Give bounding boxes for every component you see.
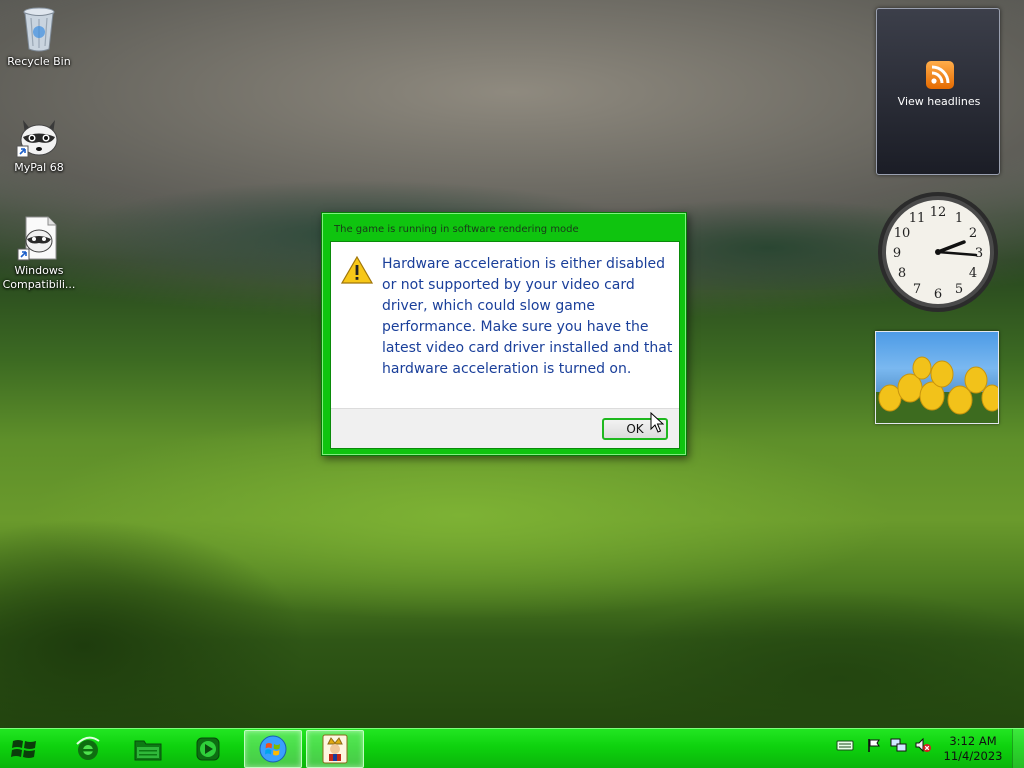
clock-numeral: 8 [898, 266, 906, 281]
action-center-flag-icon[interactable] [866, 737, 882, 753]
slideshow-gadget[interactable] [875, 331, 999, 424]
clock-numeral: 4 [969, 266, 977, 281]
feed-headlines-gadget[interactable]: View headlines [876, 8, 1000, 175]
show-desktop-button[interactable] [1012, 729, 1024, 768]
solitaire-icon [322, 734, 348, 764]
desktop-icon-label: MyPal 68 [14, 161, 64, 174]
network-icon[interactable] [890, 737, 908, 753]
dialog-title: The game is running in software renderin… [334, 224, 579, 235]
windows-logo-icon [259, 735, 287, 763]
taskbar-file-explorer[interactable] [128, 730, 168, 768]
system-clock[interactable]: 3:12 AM 11/4/2023 [938, 734, 1008, 764]
taskbar-internet-explorer[interactable] [68, 730, 108, 768]
clock-numeral: 9 [893, 246, 901, 261]
desktop-icon-label: Recycle Bin [7, 55, 71, 68]
clock-numeral: 10 [894, 226, 911, 241]
dialog-body: Hardware acceleration is either disabled… [330, 241, 680, 449]
dialog-message: Hardware acceleration is either disabled… [382, 256, 673, 377]
volume-muted-icon[interactable] [914, 737, 932, 753]
clock-numeral: 2 [969, 226, 977, 241]
dialog-button-bar: OK [331, 408, 679, 448]
software-rendering-dialog: The game is running in software renderin… [321, 212, 687, 456]
taskbar-windows-app[interactable] [244, 730, 302, 768]
clock-numeral: 5 [955, 282, 963, 297]
internet-explorer-icon [76, 736, 100, 760]
view-headlines-link[interactable]: View headlines [877, 95, 1001, 108]
start-button[interactable] [4, 730, 44, 768]
media-player-icon [196, 737, 220, 761]
clock-numeral: 6 [934, 287, 942, 302]
clock-numeral: 11 [909, 211, 926, 226]
keyboard-icon[interactable] [836, 737, 854, 753]
desktop-icon-recycle-bin[interactable]: Recycle Bin [0, 6, 78, 69]
desktop-icon-mypal[interactable]: MyPal 68 [0, 112, 78, 175]
clock-numeral: 7 [913, 282, 921, 297]
rss-icon [926, 61, 954, 89]
start-orb-icon [11, 740, 36, 758]
compatibility-document-icon [17, 216, 57, 261]
clock-numeral: 3 [975, 246, 983, 261]
clock-date: 11/4/2023 [943, 749, 1003, 763]
clock-time: 3:12 AM [949, 734, 997, 748]
analog-clock-face: 12 1 2 3 4 5 6 7 8 9 10 11 [878, 192, 998, 312]
recycle-bin-icon [23, 7, 55, 52]
taskbar: 3:12 AM 11/4/2023 [0, 728, 1024, 768]
clock-numeral: 1 [955, 211, 963, 226]
clock-numeral: 12 [930, 205, 947, 220]
wallpaper-forest-right [560, 560, 1024, 730]
taskbar-solitaire[interactable] [306, 730, 364, 768]
mouse-cursor-icon [650, 412, 664, 433]
clock-gadget[interactable]: 12 1 2 3 4 5 6 7 8 9 10 11 [876, 190, 1000, 314]
raccoon-app-icon [16, 120, 58, 158]
file-explorer-icon [134, 740, 162, 761]
wallpaper-forest-left [0, 450, 420, 730]
tulips-photo [876, 356, 998, 423]
desktop-icon-label: Windows Compatibili... [2, 264, 76, 291]
desktop-icon-windows-compatibility[interactable]: Windows Compatibili... [0, 215, 78, 292]
warning-icon [341, 256, 373, 284]
taskbar-media-player[interactable] [190, 730, 226, 768]
